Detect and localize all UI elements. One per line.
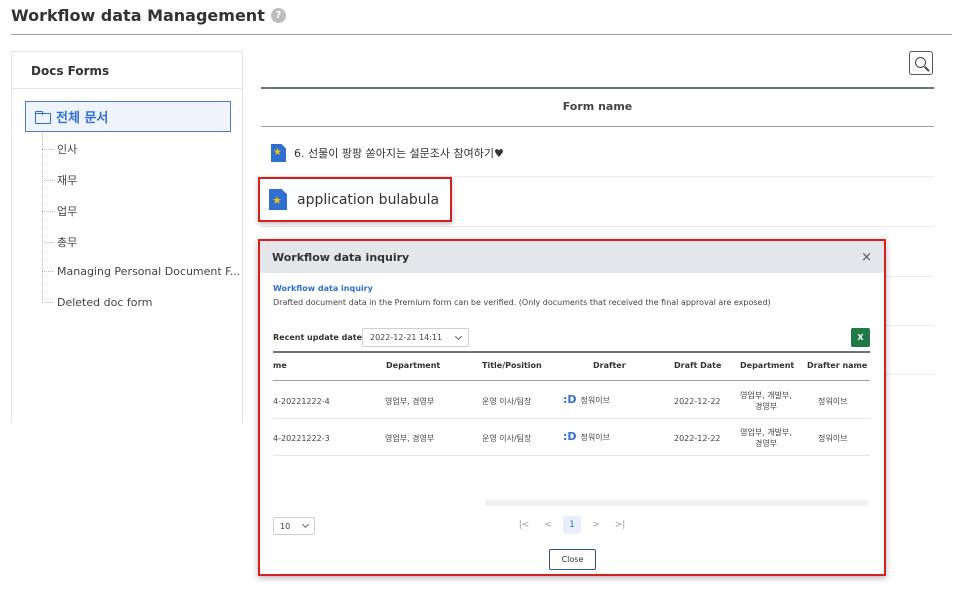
- cell-title-position: 운영 이사/팀장: [482, 397, 532, 406]
- page-size-select[interactable]: 10: [273, 517, 315, 535]
- tree-item-deleted-forms[interactable]: Deleted doc form: [42, 296, 153, 309]
- tree-item-general-affairs[interactable]: 총무: [42, 234, 77, 250]
- cell-department: 영업부, 경영부: [385, 397, 435, 406]
- highlighted-list-item[interactable]: application bulabula: [258, 177, 452, 222]
- table-header-rule: [273, 380, 870, 381]
- pagination: |< < 1 > >|: [515, 516, 629, 534]
- form-doc-icon: [269, 189, 287, 210]
- cell-title-position: 운영 이사/팀장: [482, 434, 532, 443]
- page-title-text: Workflow data Management: [11, 6, 265, 25]
- search-icon: [914, 56, 926, 68]
- recent-update-date-label: Recent update date: [273, 333, 363, 342]
- folder-open-icon: [35, 110, 51, 124]
- excel-icon: X: [857, 333, 864, 342]
- prev-page-icon[interactable]: <: [539, 516, 557, 534]
- cell-drafter-name: 정워이브: [818, 397, 848, 406]
- cell-doc-number[interactable]: 4-20221222-4: [273, 396, 330, 407]
- tree-item-hr[interactable]: 인사: [42, 141, 77, 157]
- search-button[interactable]: [909, 51, 933, 75]
- page-title: Workflow data Management ?: [11, 6, 286, 25]
- form-name-column-header: Form name: [562, 100, 633, 113]
- list-header-rule: [261, 126, 934, 127]
- cell-department-2: 영업부, 개발부, 경영부: [736, 427, 796, 449]
- cell-department: 영업부, 경영부: [385, 434, 435, 443]
- dept-line-2: 경영부: [754, 439, 778, 448]
- tree-item-work[interactable]: 업무: [42, 203, 77, 219]
- modal-title: Workflow data inquiry: [272, 250, 410, 264]
- list-item[interactable]: 6. 선물이 팡팡 쏟아지는 설문조사 참여하기♥: [271, 144, 504, 162]
- next-page-icon[interactable]: >: [587, 516, 605, 534]
- col-header-title-position: Title/Position: [482, 361, 542, 370]
- cell-draft-date: 2022-12-22: [674, 397, 721, 406]
- profile-d-icon: :D: [563, 430, 577, 443]
- modal-header: Workflow data inquiry ×: [260, 241, 884, 273]
- col-header-department: Department: [386, 361, 441, 370]
- cell-draft-date: 2022-12-22: [674, 434, 721, 443]
- tree-item-finance[interactable]: 재무: [42, 172, 77, 188]
- col-header-drafter: Drafter: [593, 361, 626, 370]
- chevron-down-icon: [301, 520, 310, 529]
- table-row-divider: [273, 418, 870, 419]
- dept-line-1: 영업부, 개발부,: [740, 428, 792, 437]
- date-value: 2022-12-21 14:11: [370, 333, 443, 342]
- chevron-down-icon: [454, 332, 463, 340]
- modal-subtitle: Workflow data inquiry: [273, 284, 373, 293]
- cell-doc-number[interactable]: 4-20221222-3: [273, 433, 330, 444]
- drafter-name: 정워이브: [580, 433, 610, 442]
- modal-description: Drafted document data in the Premium for…: [273, 298, 771, 307]
- workflow-data-inquiry-modal: Workflow data inquiry × Workflow data in…: [258, 239, 886, 576]
- excel-download-button[interactable]: X: [851, 328, 870, 347]
- title-divider: [11, 34, 952, 35]
- cell-drafter: :D 정워이브: [563, 431, 610, 443]
- list-top-rule: [261, 87, 934, 89]
- dept-line-2: 경영부: [754, 402, 778, 411]
- drafter-name: 정워이브: [580, 396, 610, 405]
- page-size-value: 10: [280, 521, 291, 531]
- col-header-drafter-name: Drafter name: [807, 361, 868, 370]
- last-page-icon[interactable]: >|: [611, 516, 629, 534]
- horizontal-scrollbar[interactable]: [485, 500, 868, 506]
- recent-update-date-select[interactable]: 2022-12-21 14:11: [362, 328, 469, 347]
- cell-drafter-name: 정워이브: [818, 434, 848, 443]
- close-icon[interactable]: ×: [861, 250, 872, 265]
- help-icon[interactable]: ?: [270, 8, 286, 23]
- tree-root-all-docs[interactable]: 전체 문서: [25, 101, 231, 132]
- table-top-rule: [273, 351, 870, 353]
- row-divider: [261, 226, 934, 227]
- profile-d-icon: :D: [563, 393, 577, 406]
- page-number-current[interactable]: 1: [563, 516, 581, 534]
- table-row-divider: [273, 455, 870, 456]
- tree-root-label: 전체 문서: [56, 111, 109, 126]
- cell-department-2: 영업부, 개발부, 경영부: [736, 390, 796, 412]
- list-item-label: application bulabula: [297, 191, 440, 208]
- dept-line-1: 영업부, 개발부,: [740, 391, 792, 400]
- sidebar-title: Docs Forms: [12, 52, 242, 89]
- list-item-label: 6. 선물이 팡팡 쏟아지는 설문조사 참여하기♥: [294, 147, 504, 160]
- col-header-form-name: me: [273, 361, 287, 370]
- close-button[interactable]: Close: [549, 549, 596, 570]
- col-header-department-2: Department: [740, 361, 795, 370]
- tree-item-personal-docs[interactable]: Managing Personal Document F...: [42, 265, 240, 278]
- col-header-draft-date: Draft Date: [674, 361, 722, 370]
- docs-forms-sidebar: Docs Forms 전체 문서 인사 재무 업무 총무 Managing Pe…: [11, 51, 243, 423]
- form-doc-icon: [271, 144, 286, 162]
- first-page-icon[interactable]: |<: [515, 516, 533, 534]
- cell-drafter: :D 정워이브: [563, 394, 610, 406]
